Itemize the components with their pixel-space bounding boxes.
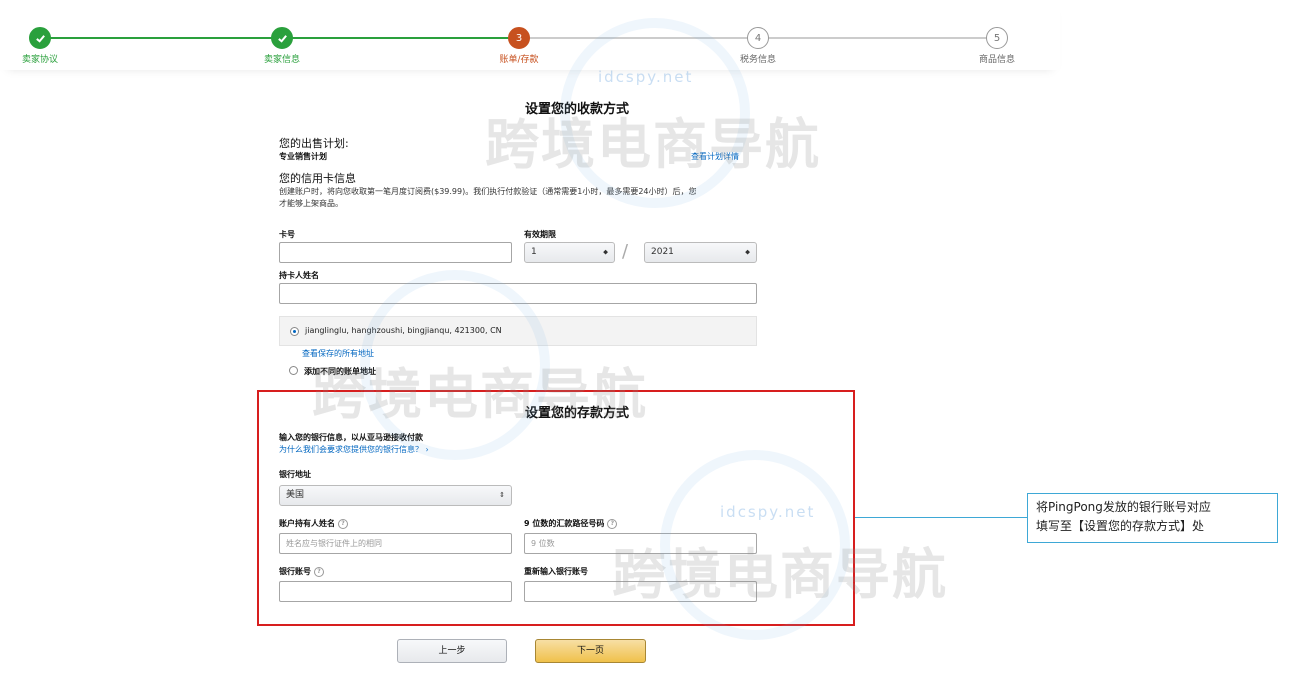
select-arrow-icon: ⬥: [745, 248, 750, 256]
step-number: 5: [986, 27, 1008, 49]
step-label: 税务信息: [739, 55, 777, 65]
bank-account-input[interactable]: [279, 581, 512, 602]
step-number: 4: [747, 27, 769, 49]
deposit-title: 设置您的存款方式: [524, 406, 629, 421]
step-product-info: 5 商品信息: [979, 27, 1015, 65]
callout-line-1: 将PingPong发放的银行账号对应: [1036, 500, 1211, 514]
help-icon[interactable]: ?: [314, 566, 324, 577]
address-radio-selected[interactable]: [290, 327, 299, 336]
step-connector: [282, 37, 519, 39]
reenter-account-label: 重新输入银行账号: [524, 567, 588, 576]
step-number: 3: [508, 27, 530, 49]
checkmark-icon: [271, 27, 293, 49]
view-addresses-link[interactable]: 查看保存的所有地址: [302, 348, 374, 359]
callout-annotation: 将PingPong发放的银行账号对应 填写至【设置您的存款方式】处: [1027, 493, 1278, 543]
callout-line-2: 填写至【设置您的存款方式】处: [1036, 519, 1205, 533]
expiry-month-select[interactable]: 1 ⬥: [524, 242, 615, 263]
routing-number-label-text: 9 位数的汇款路径号码: [524, 519, 605, 528]
card-number-input[interactable]: [279, 242, 512, 263]
holder-name-label: 持卡人姓名: [279, 271, 319, 280]
step-billing-deposit: 3 账单/存款: [499, 27, 539, 65]
expiry-separator: /: [622, 241, 629, 262]
routing-number-input[interactable]: 9 位数: [524, 533, 757, 554]
bank-location-value: 美国: [286, 490, 305, 500]
step-seller-info: 卖家信息: [264, 27, 300, 65]
step-label: 卖家协议: [21, 55, 59, 65]
bank-account-label: 银行账号?: [279, 566, 324, 577]
deposit-intro: 输入您的银行信息，以从亚马逊接收付款: [279, 433, 423, 442]
step-tax-info: 4 税务信息: [740, 27, 776, 65]
callout-connector: [855, 517, 1027, 518]
step-seller-agreement: 卖家协议: [22, 27, 58, 65]
previous-button[interactable]: 上一步: [397, 639, 507, 663]
step-label: 账单/存款: [499, 55, 539, 65]
card-heading: 您的信用卡信息: [279, 172, 356, 185]
step-label: 卖家信息: [263, 55, 301, 65]
bank-location-label: 银行地址: [279, 470, 311, 479]
payment-title: 设置您的收款方式: [524, 102, 629, 117]
why-bank-info-link[interactable]: 为什么我们会要求您提供您的银行信息？ ›: [279, 444, 429, 455]
step-label: 商品信息: [978, 55, 1016, 65]
address-text: jianglinglu, hanghzoushi, bingjianqu, 42…: [305, 326, 502, 335]
next-button[interactable]: 下一页: [535, 639, 646, 663]
step-connector: [40, 37, 282, 39]
account-holder-label: 账户持有人姓名?: [279, 518, 348, 529]
card-note: 创建账户时，将向您收取第一笔月度订阅费($39.99)。我们执行付款验证（通常需…: [279, 187, 697, 196]
step-connector: [519, 37, 758, 39]
routing-number-label: 9 位数的汇款路径号码?: [524, 518, 618, 529]
card-note: 才能够上架商品。: [279, 199, 343, 208]
holder-name-input[interactable]: [279, 283, 757, 304]
add-address-label: 添加不同的账单地址: [304, 367, 376, 376]
account-holder-input[interactable]: 姓名应与银行证件上的相同: [279, 533, 512, 554]
select-arrow-icon: ⬥: [603, 248, 608, 256]
progress-stepper: 卖家协议 卖家信息 3 账单/存款 4 税务信息 5 商品信息: [0, 0, 1060, 70]
expiry-year-select[interactable]: 2021 ⬥: [644, 242, 757, 263]
step-connector: [758, 37, 997, 39]
plan-heading: 您的出售计划:: [279, 137, 349, 150]
reenter-account-input[interactable]: [524, 581, 757, 602]
account-holder-label-text: 账户持有人姓名: [279, 519, 335, 528]
plan-details-link[interactable]: 查看计划详情: [691, 151, 739, 162]
expiry-month-value: 1: [531, 247, 537, 257]
bank-location-select[interactable]: 美国 ⇕: [279, 485, 512, 506]
expiry-year-value: 2021: [651, 247, 674, 257]
checkmark-icon: [29, 27, 51, 49]
card-number-label: 卡号: [279, 230, 295, 239]
expiry-label: 有效期限: [524, 230, 556, 239]
help-icon[interactable]: ?: [607, 518, 618, 529]
plan-name: 专业销售计划: [279, 152, 327, 161]
select-arrow-icon: ⇕: [499, 491, 505, 499]
saved-address-option[interactable]: jianglinglu, hanghzoushi, bingjianqu, 42…: [279, 316, 757, 346]
help-icon[interactable]: ?: [338, 518, 348, 529]
watermark-url: idcspy.net: [598, 68, 694, 86]
bank-account-label-text: 银行账号: [279, 567, 311, 576]
add-address-radio[interactable]: [289, 366, 298, 375]
